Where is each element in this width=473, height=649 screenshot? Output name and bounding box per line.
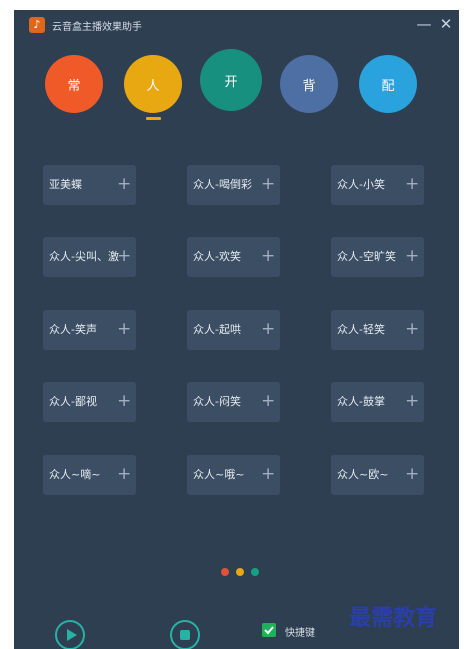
sound-tile-label: 众人-喝倒彩: [193, 178, 252, 191]
add-icon[interactable]: +: [261, 391, 275, 411]
category-tab-人[interactable]: 人: [124, 55, 182, 113]
sound-tile-label: 众人-鄙视: [49, 395, 97, 408]
sound-tile[interactable]: 众人-笑声 +: [43, 310, 136, 350]
checkmark-icon: [264, 626, 274, 635]
sound-tile-label: 众人~欧~: [337, 468, 389, 481]
sound-tile[interactable]: 众人-鼓掌 +: [331, 382, 424, 422]
hotkey-label: 快捷键: [285, 628, 315, 639]
sound-tile[interactable]: 众人~欧~ +: [331, 455, 424, 495]
add-icon[interactable]: +: [117, 246, 131, 266]
sound-tile[interactable]: 众人-欢笑 +: [187, 237, 280, 277]
sound-tile-label: 众人-笑声: [49, 323, 97, 336]
add-icon[interactable]: +: [117, 319, 131, 339]
sound-tile-label: 众人-小笑: [337, 178, 385, 191]
play-button[interactable]: [55, 620, 85, 649]
add-icon[interactable]: +: [405, 464, 419, 484]
sound-tile-label: 亚美蝶: [49, 178, 82, 191]
stop-icon: [180, 630, 190, 640]
sound-tile[interactable]: 众人-起哄 +: [187, 310, 280, 350]
add-icon[interactable]: +: [405, 391, 419, 411]
category-tab-常[interactable]: 常: [45, 55, 103, 113]
page-dot-2[interactable]: [236, 568, 244, 576]
page-dot-3[interactable]: [251, 568, 259, 576]
sound-tile-label: 众人-闷笑: [193, 395, 241, 408]
add-icon[interactable]: +: [117, 174, 131, 194]
sound-tile-label: 众人~哦~: [193, 468, 245, 481]
add-icon[interactable]: +: [261, 319, 275, 339]
add-icon[interactable]: +: [117, 391, 131, 411]
title-bar: ♪ 云音盒主播效果助手 — ✕: [14, 10, 459, 40]
add-icon[interactable]: +: [261, 464, 275, 484]
add-icon[interactable]: +: [405, 246, 419, 266]
add-icon[interactable]: +: [117, 464, 131, 484]
page-dot-1[interactable]: [221, 568, 229, 576]
sound-tile-label: 众人-鼓掌: [337, 395, 385, 408]
sound-tile-label: 众人-尖叫、激: [49, 250, 119, 263]
sound-tile[interactable]: 众人-轻笑 +: [331, 310, 424, 350]
sound-tile-label: 众人~嘀~: [49, 468, 101, 481]
sound-tile[interactable]: 众人-小笑 +: [331, 165, 424, 205]
sound-tile[interactable]: 众人-闷笑 +: [187, 382, 280, 422]
sound-tile-label: 众人-起哄: [193, 323, 241, 336]
window-title: 云音盒主播效果助手: [52, 22, 142, 33]
sound-tile[interactable]: 众人-喝倒彩 +: [187, 165, 280, 205]
close-button[interactable]: ✕: [435, 13, 457, 35]
add-icon[interactable]: +: [405, 319, 419, 339]
sound-tile[interactable]: 众人-尖叫、激 +: [43, 237, 136, 277]
sound-tile[interactable]: 众人~哦~ +: [187, 455, 280, 495]
stop-button[interactable]: [170, 620, 200, 649]
app-window: ♪ 云音盒主播效果助手 — ✕ 常 人 开 背 配 亚美蝶 + 众人-喝倒彩 + 众人-…: [14, 10, 459, 649]
app-logo-icon: ♪: [29, 17, 45, 33]
sound-tile-label: 众人-空旷笑: [337, 250, 396, 263]
sound-tile[interactable]: 众人-鄙视 +: [43, 382, 136, 422]
add-icon[interactable]: +: [261, 174, 275, 194]
sound-tile[interactable]: 亚美蝶 +: [43, 165, 136, 205]
sound-tile[interactable]: 众人~嘀~ +: [43, 455, 136, 495]
sound-tile[interactable]: 众人-空旷笑 +: [331, 237, 424, 277]
category-tab-开[interactable]: 开: [200, 49, 262, 111]
watermark-text: 最需教育: [349, 605, 438, 631]
category-tab-背[interactable]: 背: [280, 55, 338, 113]
category-tab-配[interactable]: 配: [359, 55, 417, 113]
play-icon: [67, 629, 77, 641]
add-icon[interactable]: +: [405, 174, 419, 194]
sound-tile-label: 众人-轻笑: [337, 323, 385, 336]
hotkey-checkbox[interactable]: [262, 623, 276, 637]
minimize-button[interactable]: —: [413, 13, 435, 35]
selected-tab-indicator: [146, 117, 161, 120]
sound-tile-label: 众人-欢笑: [193, 250, 241, 263]
add-icon[interactable]: +: [261, 246, 275, 266]
